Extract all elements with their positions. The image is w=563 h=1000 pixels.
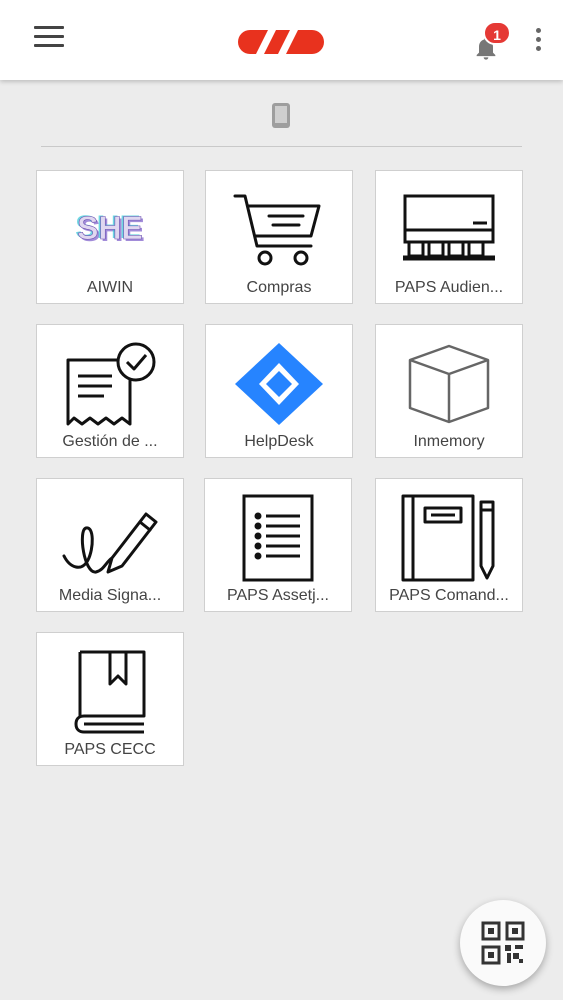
qr-code-icon bbox=[481, 921, 525, 965]
app-tile-aiwin[interactable]: SHE SHE SHE AIWIN bbox=[36, 170, 184, 304]
cube-icon bbox=[376, 335, 522, 433]
notebook-pencil-icon bbox=[376, 489, 522, 587]
app-tile-helpdesk[interactable]: HelpDesk bbox=[205, 324, 353, 458]
air-conditioner-icon bbox=[376, 181, 522, 279]
hamburger-menu-icon[interactable] bbox=[34, 26, 66, 50]
app-tile-paps-audien[interactable]: PAPS Audien... bbox=[375, 170, 523, 304]
document-list-icon bbox=[205, 489, 351, 587]
app-tile-paps-assetj[interactable]: PAPS Assetj... bbox=[204, 478, 352, 612]
app-tile-label: Media Signa... bbox=[58, 587, 162, 604]
app-tile-label: Gestión de ... bbox=[62, 433, 158, 450]
brand-logo bbox=[238, 26, 324, 58]
she-logo-icon: SHE SHE SHE bbox=[37, 181, 183, 279]
more-vertical-icon[interactable] bbox=[532, 28, 544, 54]
app-tile-label: PAPS Assetj... bbox=[227, 587, 329, 604]
app-tile-label: PAPS Comand... bbox=[389, 587, 509, 604]
app-tile-label: HelpDesk bbox=[244, 433, 314, 450]
app-tile-label: Compras bbox=[246, 279, 312, 296]
notification-badge: 1 bbox=[483, 21, 511, 45]
she-logo-text: SHE bbox=[77, 210, 143, 246]
app-tile-gestion[interactable]: Gestión de ... bbox=[36, 324, 184, 458]
app-tile-label: PAPS Audien... bbox=[394, 279, 504, 296]
app-tile-compras[interactable]: Compras bbox=[205, 170, 353, 304]
shopping-cart-icon bbox=[206, 181, 352, 279]
qr-scan-button[interactable] bbox=[460, 900, 546, 986]
divider bbox=[41, 146, 522, 147]
app-tile-inmemory[interactable]: Inmemory bbox=[375, 324, 523, 458]
app-tile-label: PAPS CECC bbox=[64, 741, 156, 758]
app-tile-paps-comand[interactable]: PAPS Comand... bbox=[375, 478, 523, 612]
app-bar: 1 bbox=[0, 0, 563, 80]
jira-icon bbox=[206, 335, 352, 433]
receipt-check-icon bbox=[37, 335, 183, 433]
app-tile-paps-cecc[interactable]: PAPS CECC bbox=[36, 632, 184, 766]
app-tile-media-signa[interactable]: Media Signa... bbox=[36, 478, 184, 612]
app-tile-label: Inmemory bbox=[413, 433, 485, 450]
mobile-device-icon bbox=[272, 103, 290, 128]
app-tile-label: AIWIN bbox=[86, 279, 134, 296]
bookmark-book-icon bbox=[37, 643, 183, 741]
signature-pen-icon bbox=[37, 489, 183, 587]
